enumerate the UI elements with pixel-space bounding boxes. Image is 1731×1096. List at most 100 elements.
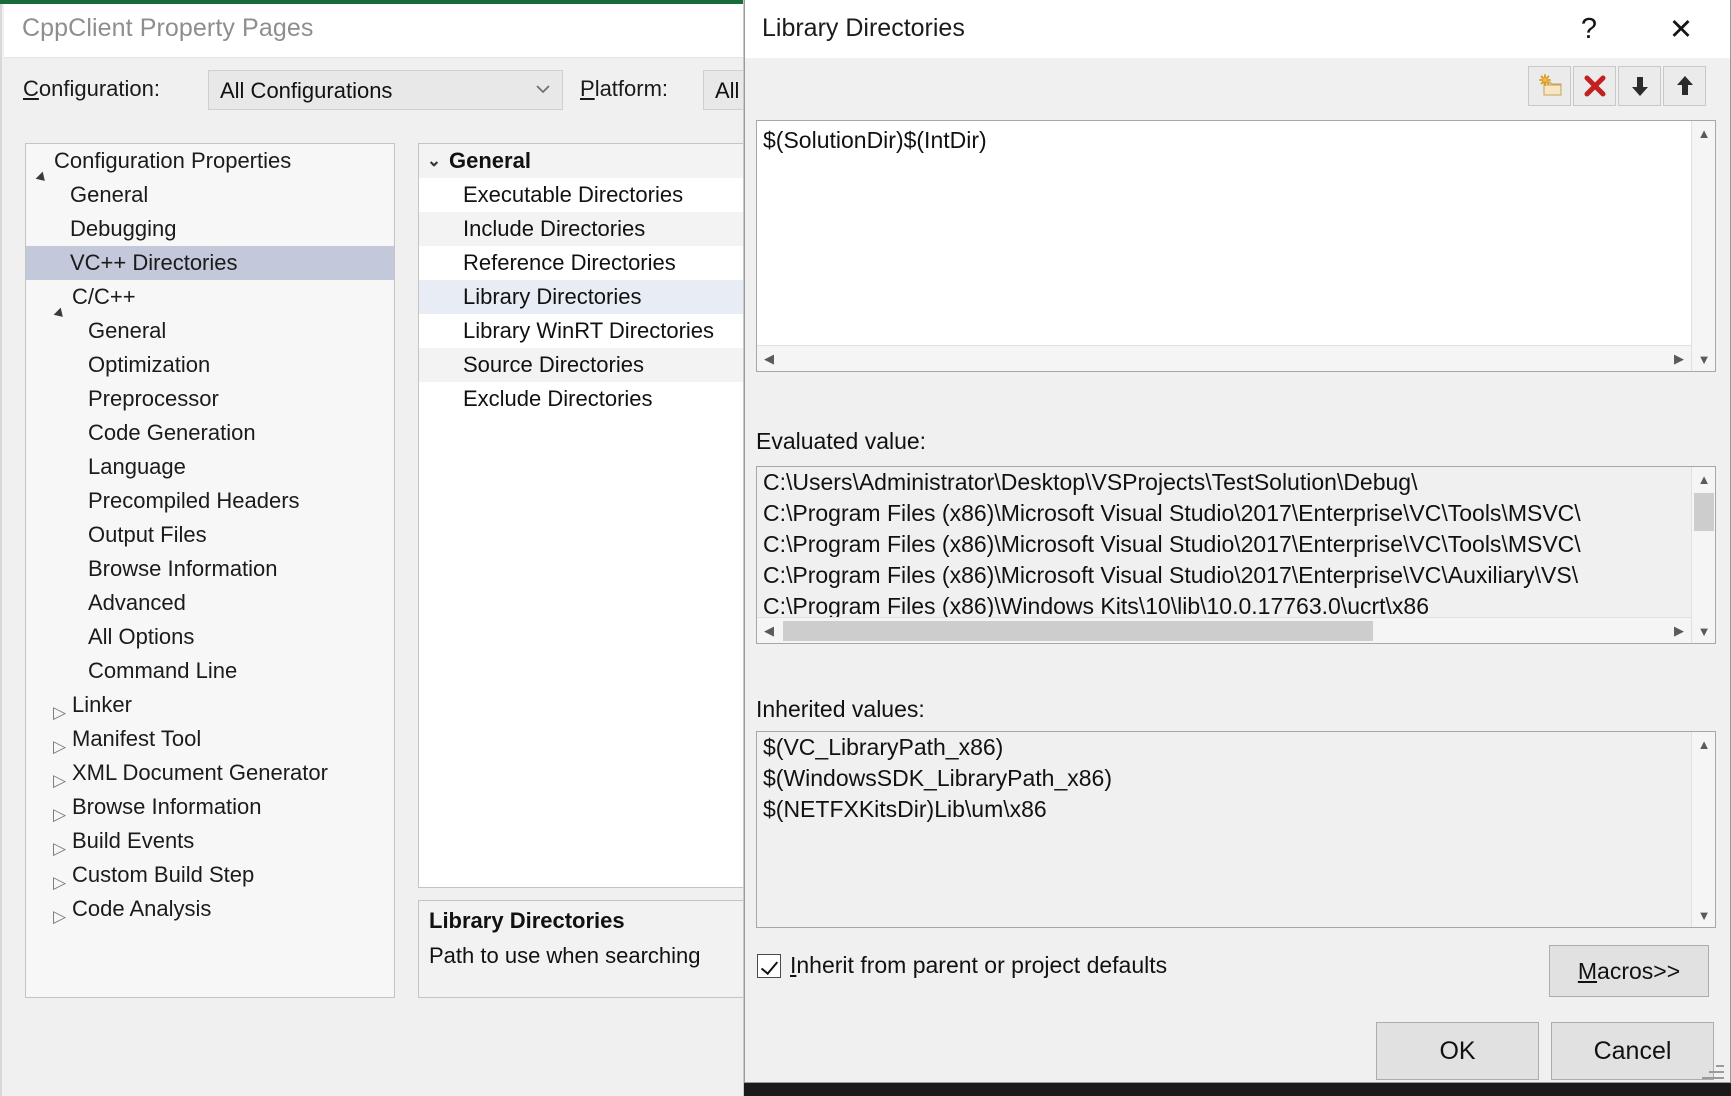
tree-item[interactable]: VC++ Directories [26,246,394,280]
tree-item[interactable]: Output Files [26,518,394,552]
tree-item[interactable]: Optimization [26,348,394,382]
tree-item[interactable]: Build Events [26,824,394,859]
tree-item[interactable]: C/C++ [26,280,394,314]
inherit-defaults-checkbox[interactable]: Inherit from parent or project defaults [757,952,1167,979]
scroll-down-icon[interactable]: ▼ [1692,347,1716,371]
tree-item[interactable]: Manifest Tool [26,722,394,757]
directories-vertical-scrollbar[interactable]: ▲ ▼ [1691,121,1715,371]
configuration-combobox[interactable]: All Configurations [208,70,563,110]
property-row[interactable]: Exclude Directories [419,382,743,416]
evaluated-value-lines: C:\Users\Administrator\Desktop\VSProject… [757,467,1715,636]
close-icon[interactable]: ✕ [1650,0,1712,58]
dialog-bottom-bar [744,1083,1731,1096]
inherited-value-line: $(WindowsSDK_LibraryPath_x86) [763,765,1112,791]
tree-item-label: Precompiled Headers [88,488,300,513]
tree-item[interactable]: Linker [26,688,394,723]
property-row[interactable]: Include Directories [419,212,743,246]
tree-item[interactable]: General [26,314,394,348]
inherited-value-line: $(VC_LibraryPath_x86) [763,734,1004,760]
property-row[interactable]: Library WinRT Directories [419,314,743,348]
scroll-right-icon[interactable]: ▶ [1667,346,1691,371]
evaluated-horizontal-scrollbar[interactable]: ◀ ▶ [757,617,1691,643]
property-label: Include Directories [463,216,646,241]
evaluated-value-line: C:\Program Files (x86)\Microsoft Visual … [763,531,1581,557]
help-icon[interactable]: ? [1558,0,1620,58]
cancel-button[interactable]: Cancel [1551,1022,1714,1080]
evaluated-value-line: C:\Program Files (x86)\Microsoft Visual … [763,562,1579,588]
scrollbar-thumb[interactable] [783,621,1373,641]
move-down-button[interactable] [1618,66,1661,106]
tree-item[interactable]: All Options [26,620,394,654]
tree-item[interactable]: General [26,178,394,212]
property-row[interactable]: Source Directories [419,348,743,382]
tree-item-label: Custom Build Step [72,862,255,887]
property-pages-title: CppClient Property Pages [22,14,314,42]
directories-horizontal-scrollbar[interactable]: ◀ ▶ [757,345,1691,371]
tree-item-label: Preprocessor [88,386,219,411]
tree-item[interactable]: Browse Information [26,790,394,825]
scroll-up-icon[interactable]: ▲ [1692,121,1716,145]
property-row[interactable]: Reference Directories [419,246,743,280]
evaluated-value-line: C:\Program Files (x86)\Microsoft Visual … [763,500,1581,526]
tree-item[interactable]: Configuration Properties [26,144,394,178]
tree-item-label: Output Files [88,522,207,547]
inherited-values-list[interactable]: $(VC_LibraryPath_x86) $(WindowsSDK_Librar… [756,731,1716,928]
evaluated-value-list[interactable]: C:\Users\Administrator\Desktop\VSProject… [756,466,1716,644]
tree-item[interactable]: Preprocessor [26,382,394,416]
property-label: Reference Directories [463,250,676,275]
tree-item-label: General [70,182,149,207]
platform-combobox[interactable]: All [703,70,743,110]
tree-item[interactable]: Code Generation [26,416,394,450]
tree-item[interactable]: Language [26,450,394,484]
scroll-down-icon[interactable]: ▼ [1692,619,1715,643]
library-directories-dialog: Library Directories ? ✕ $(SolutionDir)$(… [744,0,1731,1083]
property-list[interactable]: ⌄ General Executable Directories Include Di… [418,143,743,888]
tree-item[interactable]: Advanced [26,586,394,620]
scroll-left-icon[interactable]: ◀ [757,618,781,643]
checkbox-box[interactable] [757,953,781,978]
scroll-right-icon[interactable]: ▶ [1667,618,1691,643]
delete-button[interactable] [1573,66,1616,106]
tree-item[interactable]: XML Document Generator [26,756,394,791]
tree-item-label: Advanced [88,590,186,615]
platform-combobox-value: All [715,78,740,103]
chevron-down-icon [536,85,550,94]
inherit-defaults-label: Inherit from parent or project defaults [790,952,1168,978]
tree-item-label: Linker [72,692,132,717]
tree-item-label: Code Generation [88,420,256,445]
directories-edit-list[interactable]: $(SolutionDir)$(IntDir) ▲ ▼ ◀ ▶ [756,120,1716,372]
property-label: Library Directories [463,284,642,309]
tree-item-label: C/C++ [72,284,136,309]
tree-item-label: Build Events [72,828,195,853]
scrollbar-thumb[interactable] [1694,493,1714,531]
scroll-left-icon[interactable]: ◀ [757,346,781,371]
scroll-up-icon[interactable]: ▲ [1692,467,1715,491]
scroll-up-icon[interactable]: ▲ [1692,732,1715,756]
tree-item[interactable]: Custom Build Step [26,858,394,893]
property-pages-window: CppClient Property Pages Configuration: … [0,0,744,1096]
tree-item-label: Manifest Tool [72,726,202,751]
move-up-button[interactable] [1663,66,1706,106]
tree-item[interactable]: Code Analysis [26,892,394,927]
inherited-vertical-scrollbar[interactable]: ▲ ▼ [1691,732,1715,927]
tree-item[interactable]: Debugging [26,212,394,246]
chevron-down-icon[interactable]: ⌄ [419,151,449,171]
property-description-pane: Library Directories Path to use when sea… [418,900,743,998]
tree-item-label: XML Document Generator [72,760,328,785]
tree-item[interactable]: Command Line [26,654,394,688]
scroll-down-icon[interactable]: ▼ [1692,903,1715,927]
resize-grip[interactable] [1700,1055,1724,1079]
evaluated-vertical-scrollbar[interactable]: ▲ ▼ [1691,467,1715,643]
tree-item[interactable]: Precompiled Headers [26,484,394,518]
ok-button[interactable]: OK [1376,1022,1539,1080]
property-row[interactable]: Executable Directories [419,178,743,212]
property-row[interactable]: Library Directories [419,280,743,314]
tree-item[interactable]: Browse Information [26,552,394,586]
inherited-values-lines: $(VC_LibraryPath_x86) $(WindowsSDK_Librar… [757,732,1715,825]
new-line-button[interactable] [1528,66,1571,106]
property-label: Executable Directories [463,182,684,207]
macros-button[interactable]: Macros>> [1549,945,1709,997]
tree-item-label: All Options [88,624,195,649]
property-group-header[interactable]: ⌄ General [419,144,743,178]
configuration-tree[interactable]: Configuration Properties General Debugging… [25,143,395,998]
